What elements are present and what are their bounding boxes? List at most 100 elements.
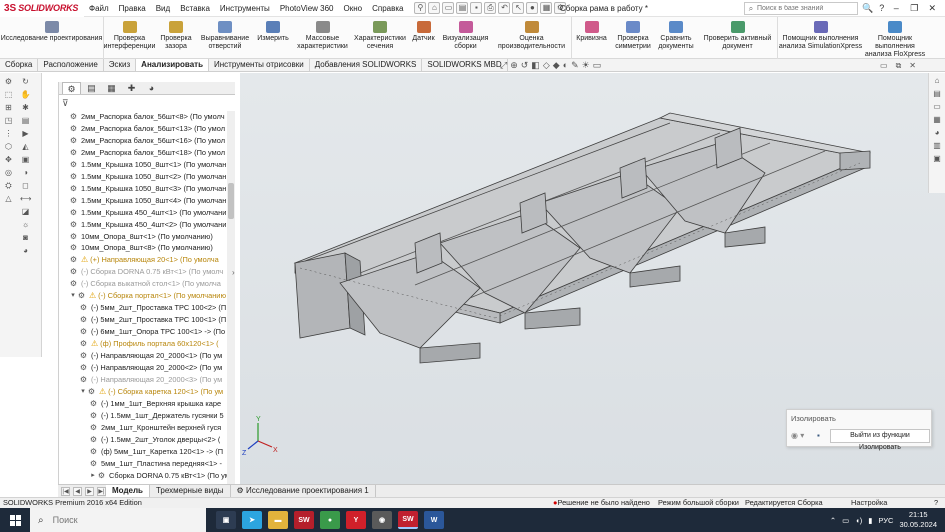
select-icon[interactable]: ↖ [512, 2, 525, 14]
file-properties-icon[interactable]: ▦ [540, 2, 553, 14]
search-input[interactable] [757, 5, 837, 12]
clock[interactable]: 21:15 30.05.2024 [899, 510, 937, 530]
undo-icon[interactable]: ↶ [498, 2, 511, 14]
smart-mates-icon[interactable]: ⚙ [3, 77, 14, 87]
appearances-icon[interactable]: ◕ [932, 128, 943, 138]
view-orientation-icon[interactable]: ◇ [543, 60, 550, 71]
expand-toggle-icon[interactable]: ▾ [79, 386, 87, 397]
zoom-fit-icon[interactable]: ⤢ [500, 60, 507, 71]
task-view-app[interactable]: ▣ [216, 511, 236, 529]
expand-toggle-icon[interactable]: ▾ [69, 290, 77, 301]
move-component-icon[interactable]: ✥ [3, 155, 14, 165]
help-icon[interactable]: ? [879, 0, 884, 17]
tree-item[interactable]: ⚙ (-) 5мм_2шт_Проставка ТРС 100<1> (П [79, 314, 226, 325]
tree-item[interactable]: ▾ ⚙ ⚠ (-) Сборка каретка 120<1> (По ум [79, 386, 223, 397]
rebuild-error[interactable]: ●Решение не было найдено [553, 498, 650, 508]
wireframe-icon[interactable]: ◻ [20, 181, 31, 191]
ribbon-button-compare[interactable]: Сравнить документы [655, 17, 698, 59]
tab-4[interactable]: Инструменты отрисовки [209, 59, 310, 71]
menu-insert[interactable]: Вставка [175, 0, 215, 17]
feature-tree-tab-icon[interactable]: ⚙ [62, 82, 81, 94]
status-help-button[interactable]: ? [934, 498, 938, 508]
word-app[interactable]: W [424, 511, 444, 529]
assembly-features-icon[interactable]: ⛭ [3, 181, 14, 191]
network-icon[interactable]: ▭ [842, 516, 849, 525]
appearance-icon[interactable]: ◕ [20, 246, 31, 256]
hide-show-icon[interactable]: ◐ [563, 60, 568, 71]
save-as-display-state-icon[interactable]: ▪ [817, 431, 820, 440]
minimize-button[interactable]: – [890, 0, 902, 17]
tree-item[interactable]: ⚙ 2мм_Распорка балок_56шт<8> (По умолч [69, 111, 225, 122]
linear-pattern-icon[interactable]: ⋮ [3, 129, 14, 139]
ribbon-button-curvature[interactable]: Кривизна [572, 17, 612, 59]
measure-tool-icon[interactable]: ⟷ [20, 194, 31, 204]
chrome-app[interactable]: ● [320, 511, 340, 529]
ribbon-button-interference[interactable]: Проверка интерференции [104, 17, 156, 59]
bottom-tab-1[interactable]: Трехмерные виды [150, 485, 231, 497]
solidworks-app-1[interactable]: SW [294, 511, 314, 529]
tab-3[interactable]: Анализировать [136, 59, 209, 71]
tree-item[interactable]: ⚙ (-) Направляющая 20_2000<2> (По ум [79, 362, 222, 373]
next-tab-icon[interactable]: ▶ [85, 486, 94, 496]
tree-item[interactable]: ⚙ 2мм_Распорка балок_56шт<16> (По умол [69, 135, 225, 146]
previous-view-icon[interactable]: ↺ [521, 60, 529, 71]
tree-item[interactable]: ⚙ 1.5мм_Крышка 1050_8шт<4> (По умолчан [69, 195, 226, 206]
first-tab-icon[interactable]: |◀ [61, 486, 70, 496]
component-preview-icon[interactable]: ◳ [3, 116, 14, 126]
ribbon-button-mass-properties[interactable]: Массовые характеристики [293, 17, 353, 59]
doc-close-icon[interactable]: ✕ [909, 59, 916, 72]
view-settings-icon[interactable]: ▭ [593, 60, 602, 71]
snapshot-icon[interactable]: ▣ [20, 155, 31, 165]
knowledge-search[interactable]: ⌕ [744, 2, 858, 15]
solidworks-logo[interactable]: 3S SOLIDWORKS [0, 0, 84, 17]
scene-icon[interactable]: ☀ [582, 60, 590, 71]
ribbon-button-hole-alignment[interactable]: Выравнивание отверстий [197, 17, 254, 59]
file-explorer-icon[interactable]: ▭ [932, 102, 943, 112]
rotate-icon[interactable]: ↻ [20, 77, 31, 87]
tree-item[interactable]: ⚙ 1.5мм_Крышка 450_4шт<2> (По умолчани [69, 219, 226, 230]
open-file-icon[interactable]: ▤ [456, 2, 469, 14]
solidworks-app-2[interactable]: SW [398, 511, 418, 529]
tree-item[interactable]: ⚙ (-) Направляющая 20_2000<1> (По ум [79, 350, 222, 361]
tree-item[interactable]: ⚙ ⚠ (ф) Профиль портала 60х120<1> ( [79, 338, 219, 349]
camera-icon[interactable]: ◙ [20, 233, 31, 243]
units-button[interactable]: Настройка [851, 498, 887, 508]
telegram-app[interactable]: ➤ [242, 511, 262, 529]
ribbon-button-symmetry[interactable]: Проверка симметрии [612, 17, 655, 59]
ribbon-button-floxpress[interactable]: Помощник выполнения анализа FloXpress [864, 17, 927, 59]
menu-help[interactable]: Справка [367, 0, 408, 17]
tray-overflow-icon[interactable]: ⌃ [830, 516, 836, 525]
tree-item[interactable]: ⚙ 5мм_1шт_Пластина передняя<1> - [89, 458, 222, 469]
tree-scroll-thumb[interactable] [228, 183, 234, 219]
tree-item[interactable]: ⚙ 1.5мм_Крышка 1050_8шт<1> (По умолчан [69, 159, 226, 170]
filter-icon[interactable]: ⊽ [62, 98, 69, 109]
tree-item[interactable]: ⚙ 2мм_Распорка балок_56шт<13> (По умол [69, 123, 225, 134]
search-magnifier-icon[interactable]: 🔍 [862, 0, 873, 17]
edit-appearance-icon[interactable]: ✎ [571, 60, 579, 71]
tab-0[interactable]: Сборка [0, 59, 39, 71]
tree-item[interactable]: ▸ ⚙ Сборка DORNA 0.75 кВт<1> (По ум [89, 470, 227, 481]
tree-item[interactable]: ⚙ 2мм_Распорка балок_56шт<18> (По умол [69, 147, 225, 158]
last-tab-icon[interactable]: ▶| [97, 486, 106, 496]
design-library-icon[interactable]: ▤ [932, 89, 943, 99]
bottom-tab-0[interactable]: Модель [106, 485, 150, 497]
show-hidden-icon[interactable]: ◎ [3, 168, 14, 178]
explode-icon[interactable]: ✱ [20, 103, 31, 113]
doc-restore-icon[interactable]: ⧉ [896, 59, 902, 72]
bottom-tab-2[interactable]: ⚙ Исследование проектирования 1 [231, 485, 376, 497]
view-palette-icon[interactable]: ▦ [932, 115, 943, 125]
ribbon-button-simulationxpress[interactable]: Помощник выполнения анализа SimulationXp… [778, 17, 864, 59]
tree-item[interactable]: ⚙ 1.5мм_Крышка 1050_8шт<3> (По умолчан [69, 183, 226, 194]
menu-window[interactable]: Окно [338, 0, 367, 17]
lights-icon[interactable]: ☼ [20, 220, 31, 230]
menu-file[interactable]: Файл [84, 0, 114, 17]
pin-icon[interactable]: ⚲ [414, 2, 427, 14]
taskbar-search-input[interactable] [52, 515, 163, 525]
instant3d-icon[interactable]: ◭ [20, 142, 31, 152]
insert-component-icon[interactable]: ⬚ [3, 90, 14, 100]
home-icon[interactable]: ⌂ [428, 2, 441, 14]
tree-item[interactable]: ⚙ 10мм_Опора_8шт<1> (По умолчанию) [69, 231, 213, 242]
exit-isolate-button[interactable]: Выйти из функции Изолировать [830, 429, 930, 451]
reference-geometry-icon[interactable]: △ [3, 194, 14, 204]
menu-tools[interactable]: Инструменты [215, 0, 275, 17]
